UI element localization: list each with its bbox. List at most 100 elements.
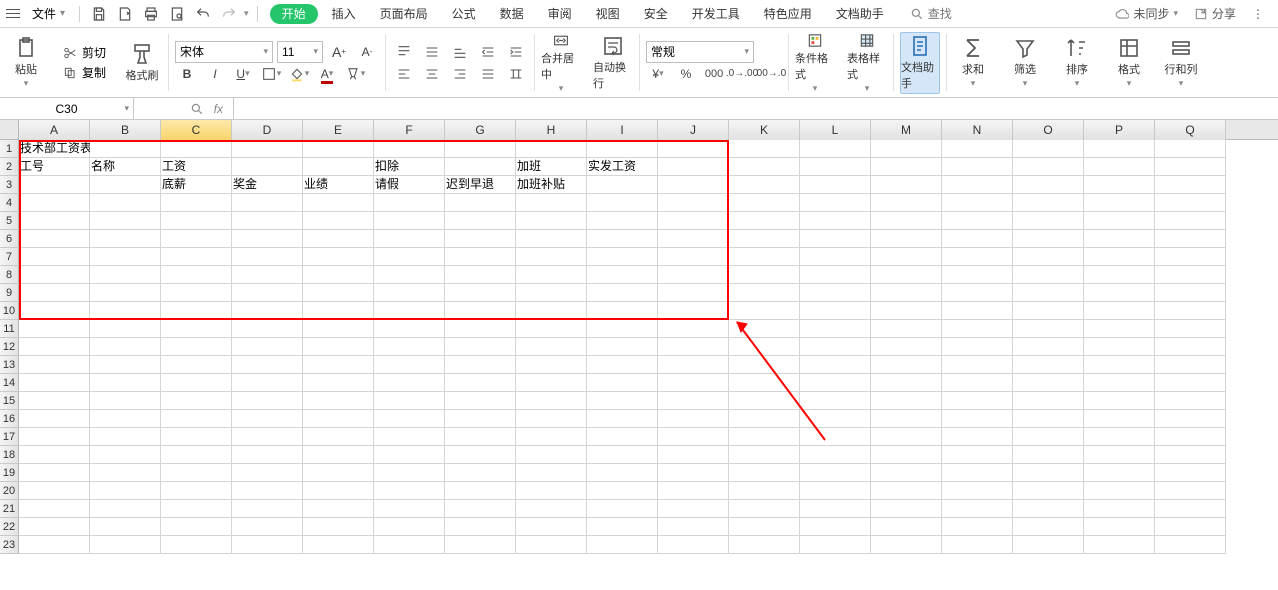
cell[interactable]: 底薪 <box>161 176 232 194</box>
cell[interactable] <box>587 248 658 266</box>
cell[interactable] <box>90 248 161 266</box>
cell[interactable] <box>1013 194 1084 212</box>
cell[interactable] <box>516 446 587 464</box>
cell[interactable] <box>587 482 658 500</box>
cell[interactable] <box>19 302 90 320</box>
column-header[interactable]: O <box>1013 120 1084 140</box>
cell[interactable] <box>658 410 729 428</box>
cell[interactable]: 工号 <box>19 158 90 176</box>
cell[interactable] <box>587 374 658 392</box>
cell[interactable] <box>232 302 303 320</box>
orientation-button[interactable] <box>504 63 528 85</box>
cell[interactable] <box>90 140 161 158</box>
column-header[interactable]: N <box>942 120 1013 140</box>
cell[interactable] <box>374 374 445 392</box>
align-top-button[interactable] <box>392 41 416 63</box>
cell[interactable] <box>800 212 871 230</box>
cell[interactable] <box>1013 518 1084 536</box>
cell[interactable] <box>303 500 374 518</box>
cell[interactable] <box>1084 212 1155 230</box>
cell[interactable] <box>161 518 232 536</box>
column-header[interactable]: H <box>516 120 587 140</box>
cell[interactable] <box>1084 176 1155 194</box>
cell[interactable] <box>658 338 729 356</box>
cell[interactable] <box>232 266 303 284</box>
cell[interactable] <box>871 338 942 356</box>
cell[interactable] <box>303 428 374 446</box>
cell[interactable] <box>871 518 942 536</box>
cell[interactable] <box>658 284 729 302</box>
cell[interactable] <box>19 212 90 230</box>
cell[interactable] <box>232 356 303 374</box>
cell[interactable] <box>19 194 90 212</box>
cell[interactable] <box>800 464 871 482</box>
cell[interactable] <box>516 212 587 230</box>
justify-button[interactable] <box>476 63 500 85</box>
cell[interactable] <box>516 230 587 248</box>
cell[interactable] <box>729 176 800 194</box>
column-header[interactable]: Q <box>1155 120 1226 140</box>
cell[interactable] <box>90 464 161 482</box>
cell[interactable] <box>1013 392 1084 410</box>
cell[interactable] <box>871 212 942 230</box>
cell[interactable] <box>1155 428 1226 446</box>
cell[interactable] <box>161 212 232 230</box>
cell[interactable] <box>587 536 658 554</box>
row-header[interactable]: 19 <box>0 464 19 482</box>
cell[interactable] <box>1084 356 1155 374</box>
cell[interactable] <box>942 500 1013 518</box>
cell[interactable] <box>1084 266 1155 284</box>
cell[interactable] <box>658 446 729 464</box>
filter-button[interactable]: 筛选▾ <box>1005 32 1045 94</box>
percent-button[interactable]: % <box>674 63 698 85</box>
cell[interactable] <box>303 302 374 320</box>
cell[interactable] <box>1084 140 1155 158</box>
cell[interactable] <box>19 320 90 338</box>
cell[interactable] <box>587 392 658 410</box>
cell[interactable] <box>587 338 658 356</box>
cell[interactable] <box>1084 464 1155 482</box>
cell[interactable] <box>19 338 90 356</box>
cell[interactable] <box>1155 176 1226 194</box>
cell[interactable] <box>161 302 232 320</box>
cell[interactable] <box>871 446 942 464</box>
cell[interactable] <box>729 464 800 482</box>
cell[interactable] <box>19 536 90 554</box>
cell[interactable] <box>800 284 871 302</box>
cell[interactable] <box>942 338 1013 356</box>
column-header[interactable]: P <box>1084 120 1155 140</box>
cell[interactable] <box>1155 284 1226 302</box>
column-header[interactable]: J <box>658 120 729 140</box>
cell[interactable] <box>658 248 729 266</box>
cell[interactable] <box>232 500 303 518</box>
cell[interactable] <box>871 284 942 302</box>
cell[interactable] <box>871 302 942 320</box>
cell[interactable] <box>942 194 1013 212</box>
cell[interactable] <box>658 176 729 194</box>
rowcol-button[interactable]: 行和列▾ <box>1161 32 1201 94</box>
cell[interactable] <box>19 176 90 194</box>
cell[interactable] <box>90 266 161 284</box>
cell[interactable] <box>516 338 587 356</box>
paste-button[interactable]: 粘贴▾ <box>6 32 46 94</box>
cell[interactable]: 迟到早退 <box>445 176 516 194</box>
cell[interactable] <box>232 230 303 248</box>
cell[interactable] <box>374 194 445 212</box>
cell[interactable] <box>516 410 587 428</box>
cell[interactable] <box>516 536 587 554</box>
cell[interactable] <box>800 500 871 518</box>
cell[interactable] <box>161 266 232 284</box>
cell[interactable]: 扣除 <box>374 158 445 176</box>
cell[interactable] <box>303 374 374 392</box>
cell[interactable] <box>232 428 303 446</box>
doc-helper-button[interactable]: 文档助手 <box>900 32 940 94</box>
cell[interactable] <box>942 212 1013 230</box>
cell[interactable] <box>871 194 942 212</box>
cell[interactable] <box>1013 446 1084 464</box>
cell[interactable] <box>90 374 161 392</box>
cell[interactable] <box>871 464 942 482</box>
undo-icon[interactable] <box>192 3 214 25</box>
cell[interactable] <box>516 266 587 284</box>
border-button[interactable]: ▾ <box>259 63 283 85</box>
cell[interactable] <box>942 518 1013 536</box>
